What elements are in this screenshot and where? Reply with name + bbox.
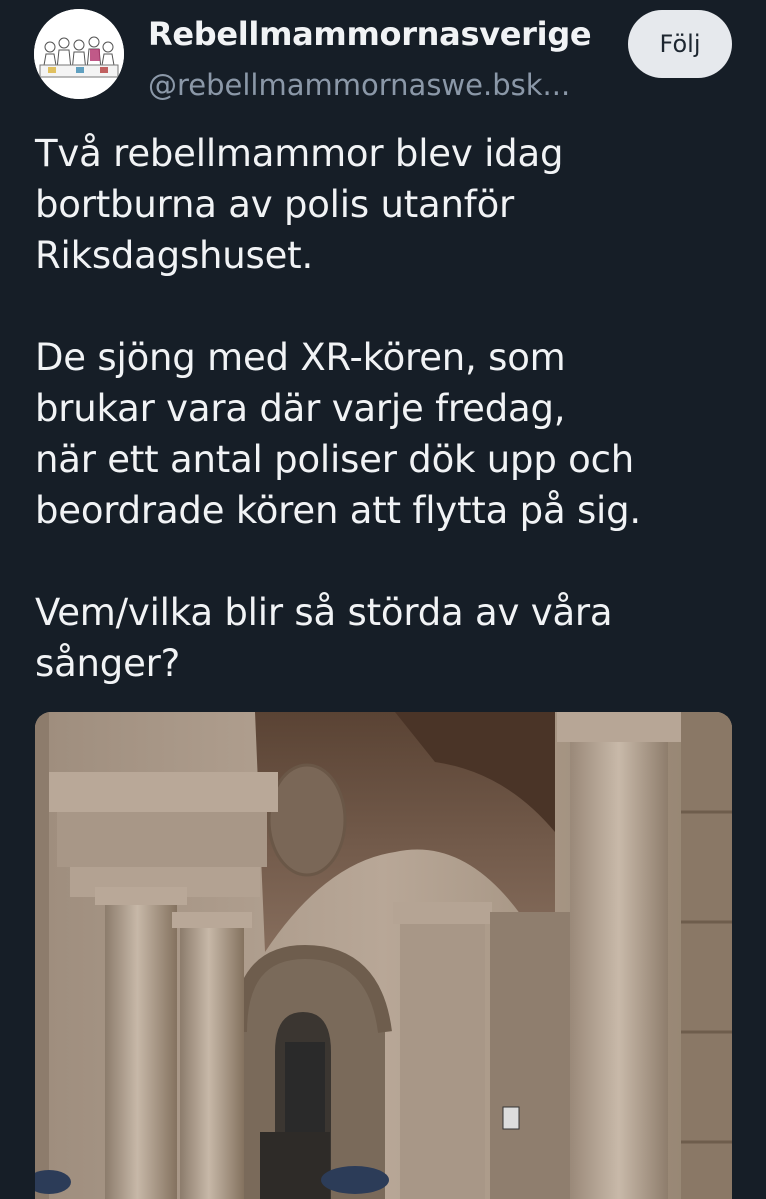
author-handle[interactable]: @rebellmammornaswe.bsk... <box>148 64 570 106</box>
post-text-line: Två rebellmammor blev idag <box>35 132 564 175</box>
post-text: Två rebellmammor blev idag bortburna av … <box>35 128 735 740</box>
post-text-line: Riksdagshuset. <box>35 234 314 277</box>
building-entrance-photo <box>35 712 732 1199</box>
post-image[interactable] <box>35 712 732 1199</box>
avatar[interactable] <box>34 9 124 99</box>
post-card: Rebellmammornasverige @rebellmammornaswe… <box>0 0 766 1199</box>
follow-button[interactable]: Följ <box>628 10 732 78</box>
post-text-line: bortburna av polis utanför <box>35 183 515 226</box>
post-text-line: när ett antal poliser dök upp och <box>35 438 635 481</box>
avatar-illustration-icon <box>34 9 124 99</box>
post-text-line: sånger? <box>35 642 181 685</box>
post-text-line: Vem/vilka blir så störda av våra <box>35 591 613 634</box>
post-text-line: De sjöng med XR-kören, som <box>35 336 566 379</box>
post-paragraph: De sjöng med XR-kören, som brukar vara d… <box>35 332 735 536</box>
post-paragraph: Två rebellmammor blev idag bortburna av … <box>35 128 735 281</box>
author-display-name[interactable]: Rebellmammornasverige <box>148 12 592 56</box>
post-text-line: brukar vara där varje fredag, <box>35 387 566 430</box>
post-paragraph: Vem/vilka blir så störda av våra sånger? <box>35 587 735 689</box>
post-text-line: beordrade kören att flytta på sig. <box>35 489 641 532</box>
